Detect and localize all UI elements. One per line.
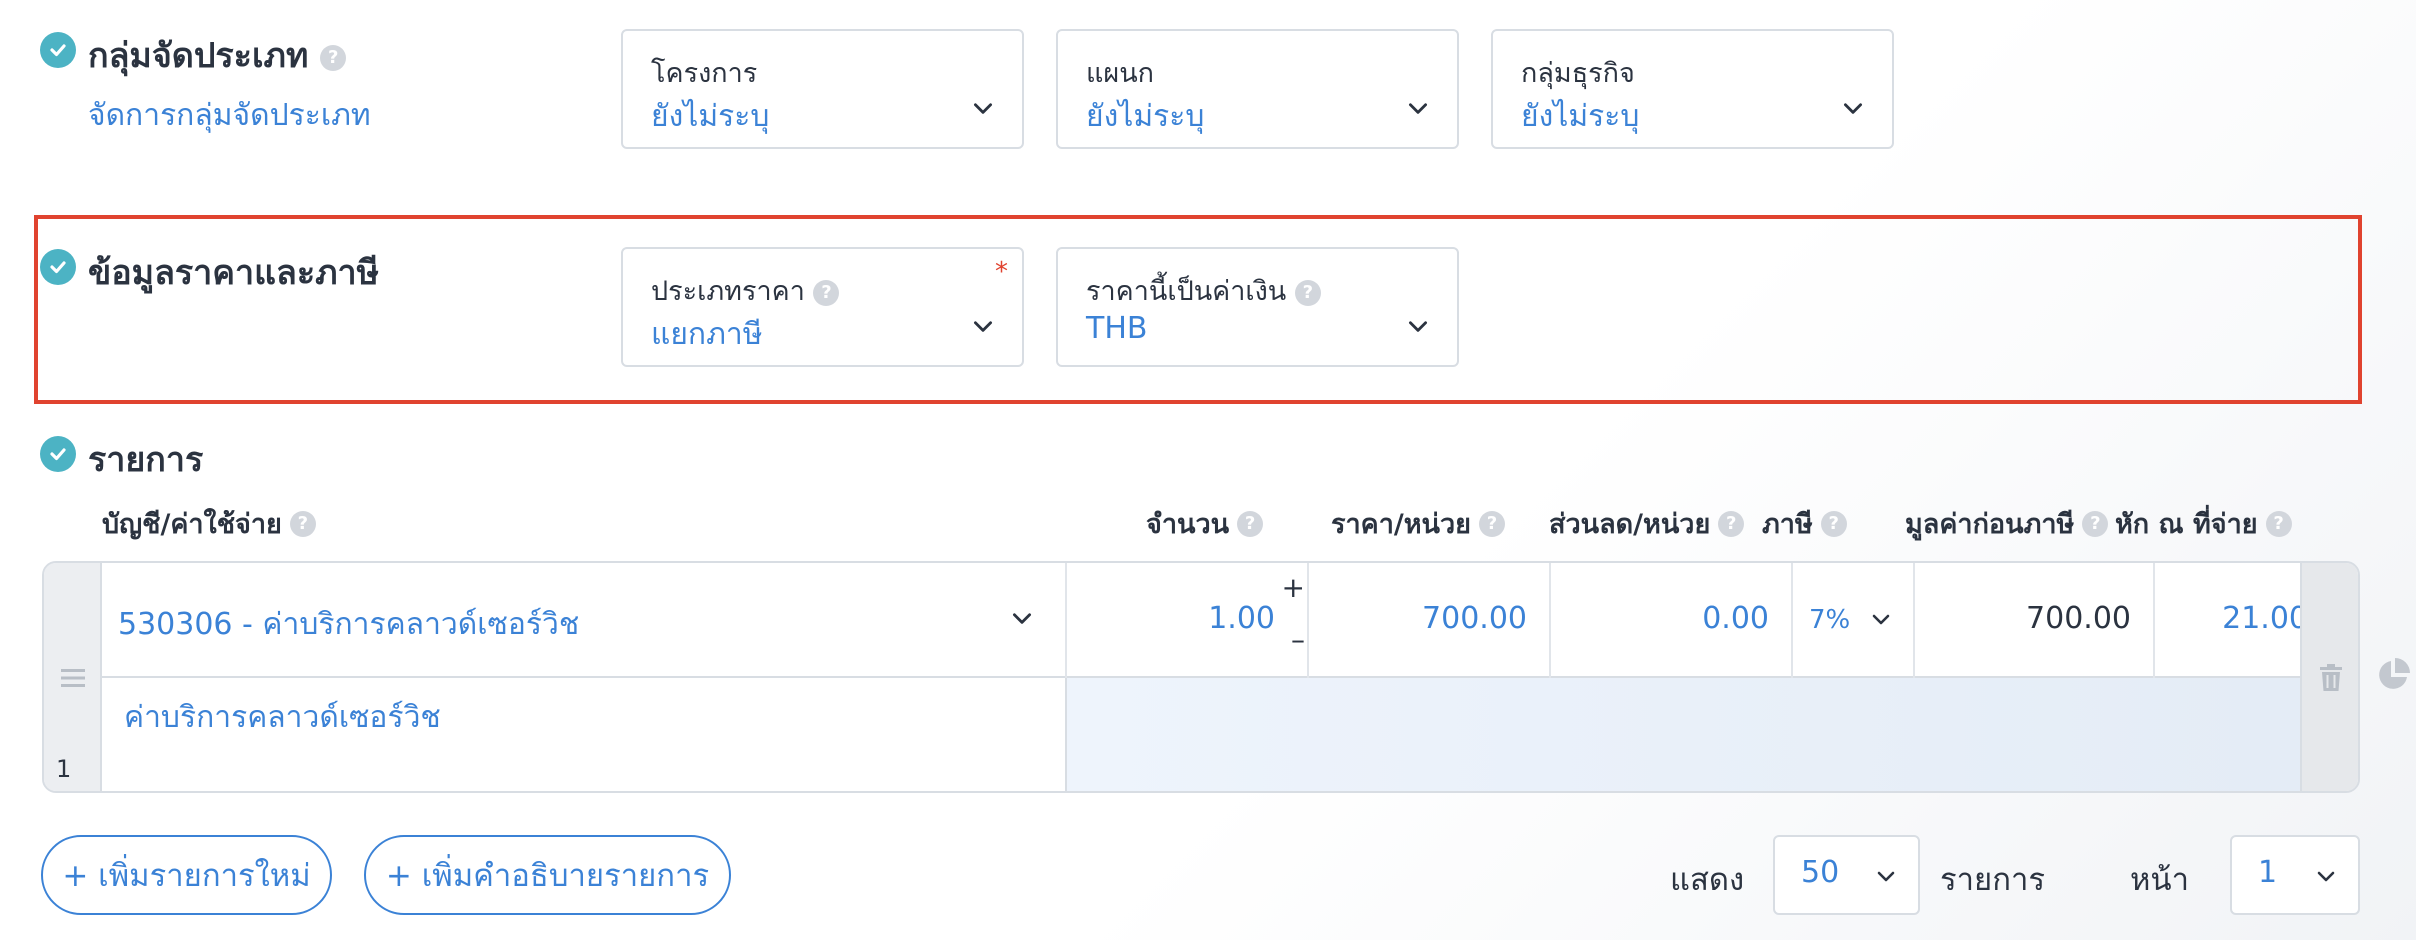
unit-price-input[interactable]: 700.00: [1309, 563, 1551, 678]
department-label: แผนก: [1086, 58, 1155, 89]
project-select[interactable]: โครงการ ยังไม่ระบุ: [621, 29, 1024, 149]
business-group-label: กลุ่มธุรกิจ: [1521, 58, 1635, 89]
check-icon: [40, 249, 76, 285]
show-label: แสดง: [1670, 862, 1745, 898]
category-group-title: กลุ่มจัดประเภท ?: [88, 28, 347, 82]
discount-value: 0.00: [1702, 601, 1769, 636]
chevron-down-icon: [1872, 614, 1890, 625]
row-number: 1: [56, 755, 72, 783]
description-value: ค่าบริการคลาวด์เซอร์วิช: [124, 700, 441, 735]
business-group-select[interactable]: กลุ่มธุรกิจ ยังไม่ระบุ: [1491, 29, 1894, 149]
chevron-down-icon: [1013, 613, 1031, 624]
page-size-value: 50: [1801, 855, 1840, 890]
page-select[interactable]: 1: [2230, 835, 2360, 915]
quantity-stepper[interactable]: 1.00 + –: [1067, 563, 1309, 678]
business-group-value: ยังไม่ระบุ: [1521, 99, 1640, 134]
required-mark: *: [995, 257, 1008, 287]
column-account: บัญชี/ค่าใช้จ่าย?: [102, 502, 316, 545]
page-number-value: 1: [2258, 855, 2278, 890]
account-value: 530306 - ค่าบริการคลาวด์เซอร์วิช: [118, 607, 580, 642]
help-icon[interactable]: ?: [813, 279, 840, 306]
drag-handle-column[interactable]: 1: [44, 563, 102, 791]
help-icon[interactable]: ?: [289, 510, 316, 537]
chevron-down-icon: [1877, 871, 1895, 882]
column-withholding: หัก ณ ที่จ่าย?: [2115, 502, 2292, 545]
tax-select[interactable]: 7%: [1793, 563, 1915, 678]
increment-button[interactable]: +: [1282, 571, 1305, 604]
add-item-button[interactable]: + เพิ่มรายการใหม่: [41, 835, 332, 915]
chevron-down-icon: [974, 103, 992, 114]
items-label: รายการ: [1940, 862, 2046, 898]
help-icon[interactable]: ?: [320, 44, 347, 71]
withholding-value: 21.00: [2222, 601, 2308, 636]
discount-input[interactable]: 0.00: [1551, 563, 1793, 678]
manage-category-group-link[interactable]: จัดการกลุ่มจัดประเภท: [88, 92, 371, 139]
page-label: หน้า: [2130, 862, 2190, 898]
currency-value: THB: [1086, 311, 1148, 346]
price-tax-title: ข้อมูลราคาและภาษี: [88, 253, 380, 293]
help-icon[interactable]: ?: [1237, 510, 1264, 537]
help-icon[interactable]: ?: [1820, 510, 1847, 537]
currency-select[interactable]: ราคานี้เป็นค่าเงิน ? THB: [1056, 247, 1459, 367]
chevron-down-icon: [974, 321, 992, 332]
price-type-label: ประเภทราคา ?: [651, 269, 840, 312]
pre-tax-value-cell: 700.00: [1915, 563, 2155, 678]
department-value: ยังไม่ระบุ: [1086, 99, 1205, 134]
project-value: ยังไม่ระบุ: [651, 99, 770, 134]
pie-chart-icon[interactable]: [2376, 658, 2410, 692]
chevron-down-icon: [2317, 871, 2335, 882]
chevron-down-icon: [1409, 321, 1427, 332]
tax-value: 7%: [1809, 605, 1851, 635]
account-select[interactable]: 530306 - ค่าบริการคลาวด์เซอร์วิช: [102, 563, 1067, 678]
pre-tax-value: 700.00: [2026, 601, 2131, 636]
column-pre-tax-value: มูลค่าก่อนภาษี?: [1905, 502, 2109, 545]
column-discount: ส่วนลด/หน่วย?: [1549, 502, 1745, 545]
help-icon[interactable]: ?: [1478, 510, 1505, 537]
page-size-select[interactable]: 50: [1773, 835, 1920, 915]
check-icon: [40, 436, 76, 472]
description-textarea[interactable]: ค่าบริการคลาวด์เซอร์วิช: [102, 678, 1067, 791]
drag-handle-icon[interactable]: [59, 666, 87, 690]
column-unit-price: ราคา/หน่วย?: [1331, 502, 1505, 545]
price-type-value: แยกภาษี: [651, 317, 763, 352]
column-quantity: จำนวน?: [1146, 502, 1264, 545]
chevron-down-icon: [1409, 103, 1427, 114]
delete-column: [2300, 563, 2358, 791]
unit-price-value: 700.00: [1422, 601, 1527, 636]
help-icon[interactable]: ?: [1294, 279, 1321, 306]
add-description-button[interactable]: + เพิ่มคำอธิบายรายการ: [364, 835, 731, 915]
currency-label: ราคานี้เป็นค่าเงิน ?: [1086, 269, 1321, 312]
department-select[interactable]: แผนก ยังไม่ระบุ: [1056, 29, 1459, 149]
decrement-button[interactable]: –: [1291, 623, 1305, 656]
help-icon[interactable]: ?: [2082, 510, 2109, 537]
check-icon: [40, 32, 76, 68]
project-label: โครงการ: [651, 58, 758, 89]
items-title: รายการ: [88, 440, 204, 480]
chevron-down-icon: [1844, 103, 1862, 114]
quantity-value: 1.00: [1208, 601, 1275, 636]
help-icon[interactable]: ?: [1718, 510, 1745, 537]
trash-icon[interactable]: [2318, 663, 2344, 693]
column-tax: ภาษี?: [1762, 502, 1847, 545]
items-table: 1 530306 - ค่าบริการคลาวด์เซอร์วิช 1.00 …: [42, 561, 2360, 793]
price-type-select[interactable]: * ประเภทราคา ? แยกภาษี: [621, 247, 1024, 367]
row-detail-area: [1067, 678, 2300, 791]
help-icon[interactable]: ?: [2265, 510, 2292, 537]
table-row: 530306 - ค่าบริการคลาวด์เซอร์วิช 1.00 + …: [102, 563, 2333, 678]
